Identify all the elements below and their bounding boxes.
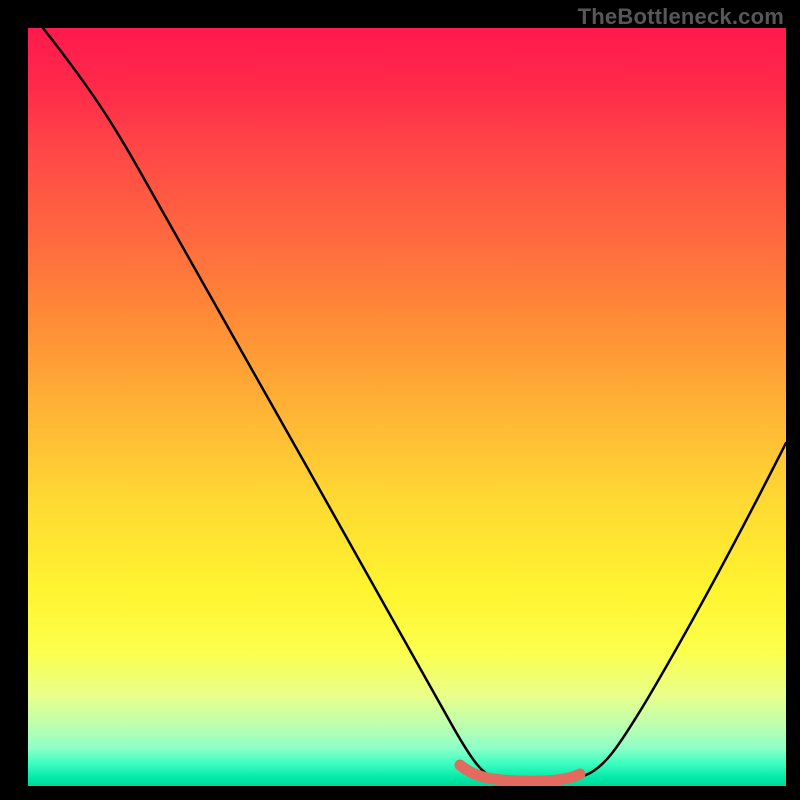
watermark-text: TheBottleneck.com (578, 4, 784, 30)
bottleneck-curve (43, 28, 786, 782)
optimal-range-start-dot (455, 760, 465, 770)
chart-frame (14, 28, 786, 786)
plot-area (28, 28, 786, 786)
chart-svg (28, 28, 786, 786)
